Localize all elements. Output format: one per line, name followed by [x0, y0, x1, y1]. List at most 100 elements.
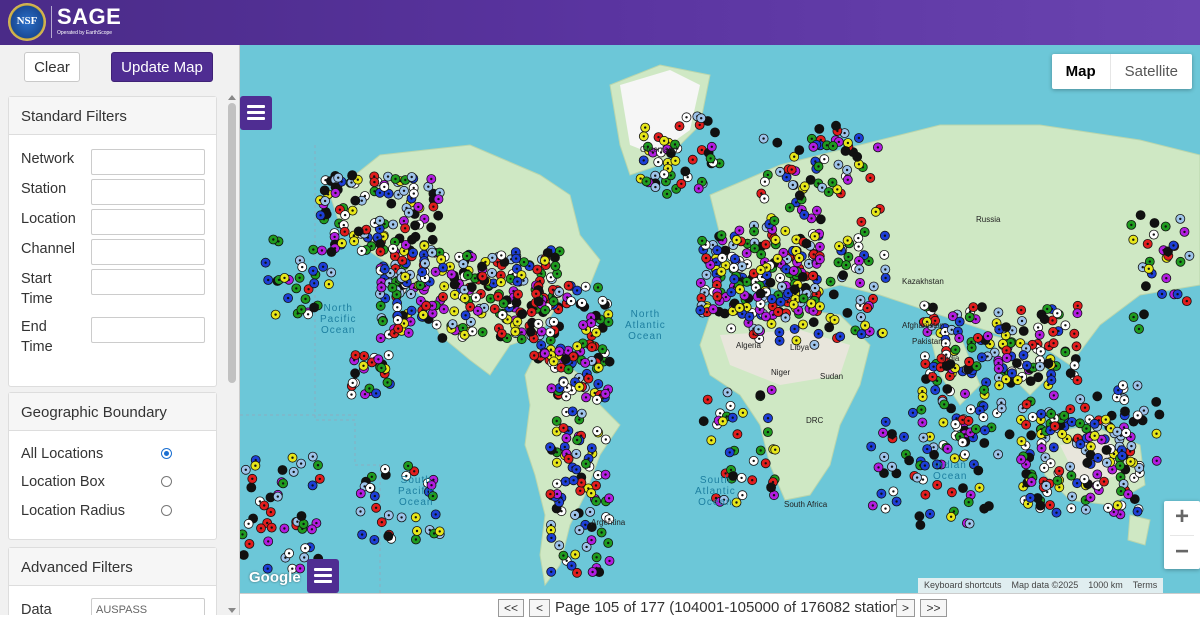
location-box-label[interactable]: Location Box [21, 472, 105, 492]
station-marker-dot [1073, 332, 1076, 335]
sidebar-scrollbar[interactable] [226, 95, 238, 615]
scroll-thumb[interactable] [228, 103, 236, 383]
station-marker-dot [1056, 479, 1059, 482]
station-marker-dot [710, 145, 713, 148]
station-marker-dot [1176, 293, 1179, 296]
terms-link[interactable]: Terms [1133, 580, 1158, 591]
station-marker-dot [729, 468, 733, 472]
station-marker-dot [537, 300, 540, 303]
station-marker-dot [423, 244, 426, 247]
scale-text[interactable]: 1000 km [1088, 580, 1123, 591]
station-marker-dot [1083, 477, 1086, 481]
station-marker-dot [738, 229, 741, 232]
station-marker-dot [724, 264, 727, 267]
station-marker-dot [409, 292, 413, 296]
station-marker-dot [353, 372, 357, 375]
station-marker-dot [987, 504, 991, 508]
app-title[interactable]: SAGE [57, 4, 121, 30]
station-marker-dot [946, 447, 949, 450]
station-marker-dot [1085, 427, 1088, 430]
station-marker-dot [857, 236, 860, 240]
start-time-input[interactable] [91, 269, 205, 295]
station-marker-dot [391, 223, 395, 226]
update-map-button[interactable]: Update Map [111, 52, 213, 82]
zoom-out-button[interactable]: − [1164, 536, 1200, 570]
zoom-in-button[interactable]: + [1164, 501, 1200, 535]
next-page-button[interactable]: > [896, 599, 915, 617]
station-marker-dot [574, 553, 577, 556]
location-box-radio[interactable] [161, 476, 172, 487]
station-marker-dot [870, 445, 873, 448]
station-marker-dot [807, 262, 811, 265]
station-marker-dot [944, 342, 947, 345]
prev-page-button[interactable]: < [529, 599, 550, 617]
menu-icon-bottom[interactable] [307, 559, 339, 593]
station-marker-dot [423, 276, 427, 280]
end-time-input[interactable] [91, 317, 205, 343]
station-map[interactable]: North Pacific Ocean North Atlantic Ocean… [240, 45, 1200, 593]
station-marker-dot [404, 178, 407, 182]
station-marker-dot [404, 275, 407, 278]
station-marker-dot [944, 330, 947, 334]
station-marker-dot [409, 320, 412, 323]
station-marker-dot [1116, 430, 1119, 433]
station-marker-dot [596, 429, 599, 433]
station-marker-dot [975, 364, 978, 368]
station-marker-dot [584, 361, 587, 365]
station-marker-dot [571, 410, 574, 413]
station-marker-dot [298, 276, 301, 279]
keyboard-shortcuts-link[interactable]: Keyboard shortcuts [924, 580, 1002, 591]
end-time-label: End Time [21, 317, 53, 357]
station-marker-dot [846, 141, 850, 145]
station-marker-dot [272, 238, 275, 241]
station-marker-dot [795, 339, 798, 342]
station-marker-dot [590, 359, 593, 363]
station-marker-dot [919, 523, 922, 527]
world-map-canvas[interactable] [240, 45, 1200, 593]
station-marker-dot [379, 304, 382, 307]
station-marker-dot [588, 510, 592, 514]
station-marker-dot [839, 335, 842, 338]
station-marker-dot [448, 265, 452, 268]
station-marker-dot [515, 301, 518, 304]
station-marker-dot [476, 309, 479, 313]
all-locations-radio[interactable] [161, 448, 172, 459]
station-marker-dot [393, 332, 396, 335]
zoom-control[interactable]: + − [1164, 501, 1200, 569]
menu-icon[interactable] [240, 96, 272, 130]
station-marker-dot [771, 304, 774, 308]
station-marker-dot [604, 473, 607, 476]
station-marker-dot [386, 175, 390, 178]
station-marker-dot [269, 510, 272, 514]
station-marker-dot [299, 462, 303, 465]
station-marker-dot [572, 479, 575, 482]
scroll-down-arrow-icon[interactable] [228, 608, 236, 613]
station-marker-dot [383, 467, 387, 471]
station-marker-dot [342, 223, 345, 227]
station-marker-dot [450, 273, 453, 276]
station-marker-dot [607, 541, 610, 545]
network-input[interactable] [91, 149, 205, 175]
clear-button[interactable]: Clear [24, 52, 80, 82]
station-marker-dot [431, 251, 434, 254]
station-marker-dot [584, 523, 587, 526]
map-type-toggle[interactable]: Map Satellite [1051, 54, 1192, 89]
station-marker-dot [1112, 510, 1115, 514]
station-marker-dot [241, 533, 244, 536]
map-type-map-button[interactable]: Map [1052, 54, 1111, 89]
data-select[interactable]: AUSPASS [91, 598, 205, 615]
scroll-up-arrow-icon[interactable] [228, 95, 236, 100]
channel-input[interactable] [91, 239, 205, 265]
first-page-button[interactable]: << [498, 599, 524, 617]
station-marker-dot [578, 528, 581, 532]
map-type-satellite-button[interactable]: Satellite [1111, 54, 1192, 89]
station-label: Station [21, 181, 67, 197]
nsf-logo[interactable]: NSF [8, 3, 46, 41]
location-radius-radio[interactable] [161, 505, 172, 516]
location-radius-label[interactable]: Location Radius [21, 501, 125, 521]
all-locations-label[interactable]: All Locations [21, 444, 103, 464]
location-input[interactable] [91, 209, 205, 235]
station-marker-dot [537, 322, 540, 325]
station-input[interactable] [91, 179, 205, 205]
last-page-button[interactable]: >> [920, 599, 947, 617]
